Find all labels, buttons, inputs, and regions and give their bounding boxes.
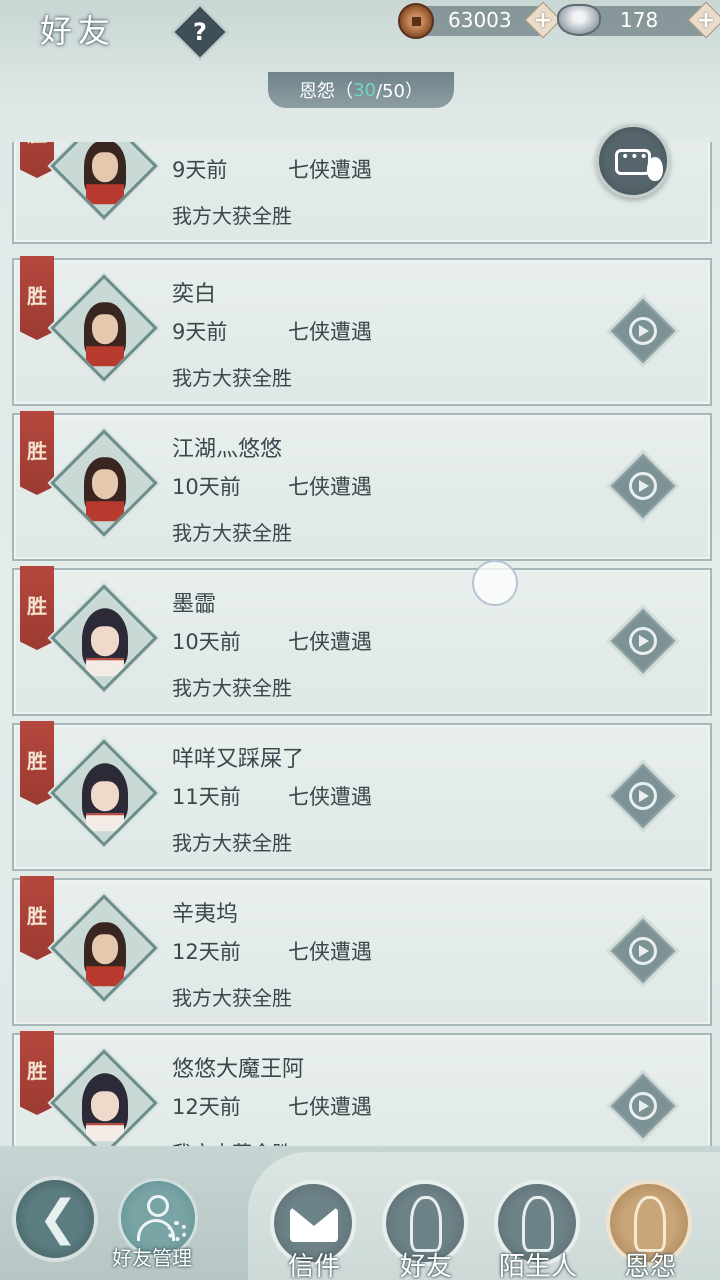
tab-enmity-max: /50） — [375, 81, 423, 102]
list-item: 胜 墨霝 10天前 七侠遭遇 我方大获全胜 — [12, 566, 712, 716]
tab-enmity-label: 恩怨 — [623, 1252, 676, 1280]
record-mode: 七侠遭遇 — [288, 320, 372, 344]
person-icon — [147, 1195, 169, 1217]
tab-friends-label: 好友 — [399, 1252, 452, 1280]
record-result: 我方大获全胜 — [172, 366, 292, 390]
record-time: 9天前 — [172, 158, 228, 182]
player-name: 奕白 — [172, 282, 217, 307]
touch-indicator — [472, 560, 518, 606]
replay-icon — [629, 317, 657, 345]
replay-button[interactable] — [610, 608, 676, 674]
enmity-icon — [634, 1196, 666, 1252]
avatar[interactable] — [50, 584, 158, 692]
player-name: 江湖灬悠悠 — [172, 437, 283, 462]
player-name: 咩咩又踩屎了 — [172, 747, 305, 772]
player-name: 悠悠大魔王阿 — [172, 1057, 305, 1082]
record-mode: 七侠遭遇 — [288, 475, 372, 499]
avatar[interactable] — [50, 1049, 158, 1146]
silver-ingot-icon — [557, 4, 601, 36]
record-result: 我方大获全胜 — [172, 831, 292, 855]
tab-enmity-count: 30 — [353, 79, 376, 101]
record-result: 我方大获全胜 — [172, 521, 292, 545]
player-name: 辛夷坞 — [172, 902, 239, 927]
tab-bar: 信件 好友 陌生人 恩怨 — [248, 1152, 720, 1280]
replay-icon — [629, 937, 657, 965]
stranger-icon — [522, 1196, 554, 1252]
replay-icon — [629, 627, 657, 655]
silver-counter: 178 + — [557, 1, 720, 39]
bottom-bar: ❮ 好友管理 信件 好友 陌生人 恩怨 — [0, 1146, 720, 1280]
friend-manage-label: 好友管理 — [112, 1246, 192, 1270]
replay-button[interactable] — [610, 763, 676, 829]
record-mode: 七侠遭遇 — [288, 1095, 372, 1119]
plus-icon: + — [696, 7, 716, 33]
chat-button[interactable] — [596, 124, 670, 198]
tab-strangers-label: 陌生人 — [498, 1252, 577, 1280]
replay-icon — [629, 472, 657, 500]
tab-mail-label: 信件 — [287, 1252, 340, 1280]
gear-icon — [167, 1221, 187, 1241]
enmity-record-list[interactable]: 胜 9天前 七侠遭遇 我方大获全胜 胜 奕白 9天前 七侠遭遇 我方大获全胜 胜… — [12, 142, 712, 1146]
tab-enmity-open: （ — [335, 81, 354, 102]
avatar[interactable] — [50, 894, 158, 1002]
replay-icon — [629, 1092, 657, 1120]
record-mode: 七侠遭遇 — [288, 630, 372, 654]
add-coins-button[interactable]: + — [524, 1, 562, 39]
record-time: 12天前 — [172, 940, 241, 964]
header: 好友 ? 63003 + 178 + 恩怨 （30/50） — [0, 0, 720, 110]
tab-enmity-header[interactable]: 恩怨 （30/50） — [268, 72, 454, 108]
record-result: 我方大获全胜 — [172, 986, 292, 1010]
copper-coin-icon — [398, 3, 434, 39]
list-item: 胜 辛夷坞 12天前 七侠遭遇 我方大获全胜 — [12, 876, 712, 1026]
gourd-icon — [647, 157, 663, 181]
friend-icon — [410, 1196, 442, 1252]
list-item: 胜 悠悠大魔王阿 12天前 七侠遭遇 我方大获全胜 — [12, 1031, 712, 1146]
list-item: 胜 咩咩又踩屎了 11天前 七侠遭遇 我方大获全胜 — [12, 721, 712, 871]
silver-value: 178 — [620, 8, 659, 32]
list-item: 胜 江湖灬悠悠 10天前 七侠遭遇 我方大获全胜 — [12, 411, 712, 561]
list-item: 胜 奕白 9天前 七侠遭遇 我方大获全胜 — [12, 256, 712, 406]
record-result: 我方大获全胜 — [172, 204, 292, 228]
help-button[interactable]: ? — [171, 3, 229, 61]
record-time: 11天前 — [172, 785, 241, 809]
record-result: 我方大获全胜 — [172, 676, 292, 700]
player-name: 墨霝 — [172, 592, 217, 617]
avatar[interactable] — [50, 142, 158, 220]
record-mode: 七侠遭遇 — [288, 785, 372, 809]
avatar[interactable] — [50, 429, 158, 537]
chat-bubble-icon — [615, 149, 651, 175]
record-time: 10天前 — [172, 630, 241, 654]
help-icon: ? — [193, 18, 207, 46]
back-arrow-icon: ❮ — [38, 1190, 79, 1246]
avatar[interactable] — [50, 274, 158, 382]
replay-button[interactable] — [610, 298, 676, 364]
replay-button[interactable] — [610, 453, 676, 519]
record-time: 9天前 — [172, 320, 228, 344]
replay-button[interactable] — [610, 1073, 676, 1139]
coin-value: 63003 — [448, 8, 512, 32]
replay-icon — [629, 782, 657, 810]
record-mode: 七侠遭遇 — [288, 158, 372, 182]
coin-counter: 63003 + — [398, 1, 562, 39]
tab-enmity-label: 恩怨 — [299, 81, 336, 102]
page-title: 好友 — [40, 12, 117, 50]
record-time: 10天前 — [172, 475, 241, 499]
record-mode: 七侠遭遇 — [288, 940, 372, 964]
victory-ribbon: 胜 — [20, 142, 54, 178]
back-button[interactable]: ❮ — [12, 1176, 98, 1262]
envelope-icon — [290, 1208, 338, 1242]
replay-button[interactable] — [610, 918, 676, 984]
plus-icon: + — [533, 7, 553, 33]
record-time: 12天前 — [172, 1095, 241, 1119]
avatar[interactable] — [50, 739, 158, 847]
add-silver-button[interactable]: + — [687, 1, 720, 39]
record-result: 我方大获全胜 — [172, 1137, 292, 1146]
